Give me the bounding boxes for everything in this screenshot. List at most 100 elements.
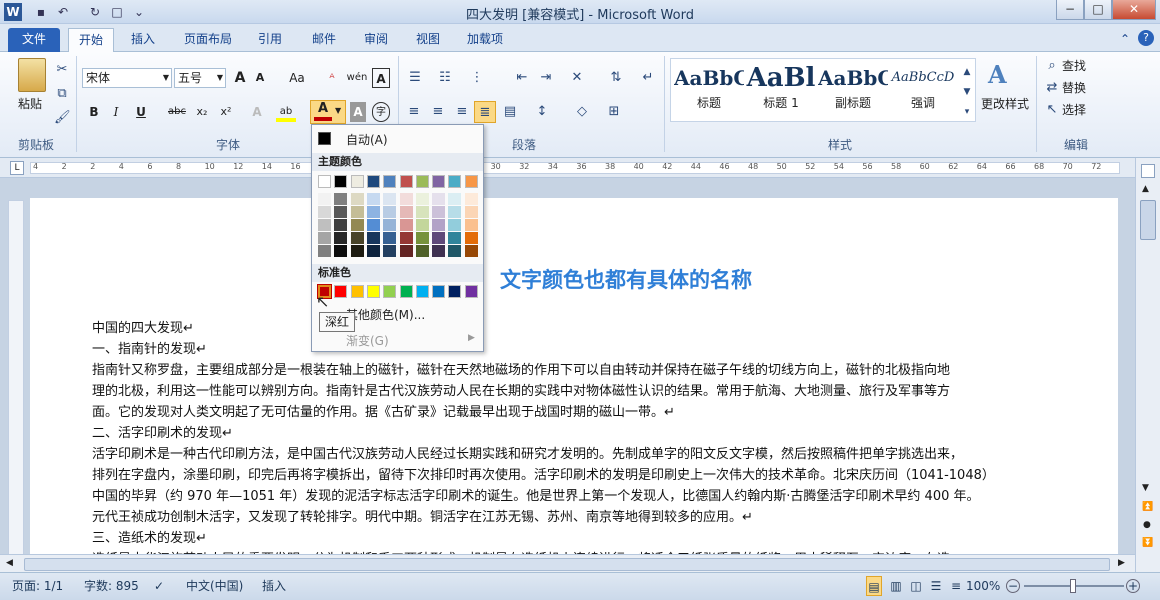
tab-addins[interactable]: 加载项 xyxy=(458,28,512,52)
character-border-button[interactable]: A xyxy=(372,68,390,88)
shrink-font-button[interactable]: A xyxy=(252,68,268,88)
shade-color-swatch[interactable] xyxy=(399,206,413,218)
shade-color-swatch[interactable] xyxy=(432,245,446,257)
web-layout-icon[interactable]: ◫ xyxy=(908,576,924,596)
document-line[interactable]: 理的北极，利用这一性能可以辨别方向。指南针是古代汉族劳动人民在长期的实践中对物体… xyxy=(92,381,1032,402)
ribbon-minimize-icon[interactable]: ⌃ xyxy=(1116,28,1134,52)
shade-color-swatch[interactable] xyxy=(366,193,380,205)
bold-button[interactable]: B xyxy=(86,102,102,122)
find-button[interactable]: 查找 xyxy=(1062,56,1102,76)
scroll-down-icon[interactable]: ▼ xyxy=(1142,483,1149,493)
help-icon[interactable]: ? xyxy=(1138,30,1154,46)
document-line[interactable]: 元代王祯成功创制木活字，又发现了转轮排字。明代中期。铜活字在江苏无锡、苏州、南京… xyxy=(92,507,1032,528)
increase-indent-icon[interactable]: ⇥ xyxy=(536,70,556,85)
distribute-icon[interactable]: ▤ xyxy=(500,104,520,119)
tab-home[interactable]: 开始 xyxy=(68,28,114,52)
shade-color-swatch[interactable] xyxy=(383,232,397,244)
shade-color-swatch[interactable] xyxy=(448,206,462,218)
minimize-button[interactable]: − xyxy=(1056,0,1084,20)
shade-color-swatch[interactable] xyxy=(350,245,364,257)
shade-color-swatch[interactable] xyxy=(464,193,478,205)
show-marks-icon[interactable]: ↵ xyxy=(640,70,656,85)
style-heading1[interactable]: AaBl 标题 1 xyxy=(746,62,816,111)
shade-color-swatch[interactable] xyxy=(318,245,331,257)
shade-color-swatch[interactable] xyxy=(399,232,413,244)
zoom-in-icon[interactable]: + xyxy=(1126,579,1140,593)
draft-icon[interactable]: ≡ xyxy=(948,576,964,596)
shade-color-swatch[interactable] xyxy=(432,232,446,244)
paste-button[interactable]: 粘贴 xyxy=(12,94,48,114)
document-line[interactable]: 三、造纸术的发现↵ xyxy=(92,528,1032,549)
shade-color-swatch[interactable] xyxy=(334,193,348,205)
shade-color-swatch[interactable] xyxy=(399,219,413,231)
view-ruler-icon[interactable] xyxy=(1141,164,1155,178)
style-emphasis[interactable]: AaBbCcD 强调 xyxy=(888,62,958,111)
shade-color-swatch[interactable] xyxy=(366,206,380,218)
change-styles-button[interactable]: 更改样式 xyxy=(978,94,1032,114)
font-color-button[interactable]: A ▼ xyxy=(310,100,346,124)
shade-color-swatch[interactable] xyxy=(366,219,380,231)
shade-color-swatch[interactable] xyxy=(383,193,397,205)
theme-color-swatch[interactable] xyxy=(318,175,331,188)
standard-color-swatch[interactable] xyxy=(399,285,413,298)
highlight-button[interactable]: ab xyxy=(276,102,296,122)
enclose-characters-button[interactable]: 字 xyxy=(372,102,390,122)
line-spacing-icon[interactable]: ↕ xyxy=(532,104,552,119)
copy-icon[interactable]: ⧉ xyxy=(54,86,70,101)
horizontal-scrollbar[interactable]: ◀ ▶ xyxy=(0,554,1135,574)
change-case-button[interactable]: Aa xyxy=(284,68,310,88)
shade-color-swatch[interactable] xyxy=(448,245,462,257)
shade-color-swatch[interactable] xyxy=(464,206,478,218)
shade-color-swatch[interactable] xyxy=(334,245,348,257)
tab-mailings[interactable]: 邮件 xyxy=(302,28,346,52)
shade-color-swatch[interactable] xyxy=(318,193,331,205)
scroll-right-icon[interactable]: ▶ xyxy=(1118,558,1125,568)
standard-color-swatch[interactable] xyxy=(432,285,446,298)
shade-color-swatch[interactable] xyxy=(383,206,397,218)
standard-color-swatch[interactable] xyxy=(350,285,364,298)
tab-view[interactable]: 视图 xyxy=(406,28,450,52)
vertical-scrollbar[interactable]: ▲ ▼ ⏫ ● ⏬ xyxy=(1135,158,1160,576)
shade-color-swatch[interactable] xyxy=(432,193,446,205)
word-count[interactable]: 字数: 895 xyxy=(84,576,139,596)
shade-color-swatch[interactable] xyxy=(432,206,446,218)
text-effects-button[interactable]: A xyxy=(248,102,266,122)
standard-color-swatch[interactable] xyxy=(383,285,397,298)
document-heading[interactable]: 文字颜色也都有具体的名称 xyxy=(500,264,752,294)
gallery-scroll-icon[interactable]: ▲ ▼ ▾ xyxy=(960,62,974,122)
tab-file[interactable]: 文件 xyxy=(8,28,60,52)
shade-color-swatch[interactable] xyxy=(415,206,429,218)
replace-button[interactable]: 替换 xyxy=(1062,78,1102,98)
maximize-button[interactable]: □ xyxy=(1084,0,1112,20)
gradient-item[interactable]: 渐变(G) xyxy=(346,332,389,349)
theme-color-swatch[interactable] xyxy=(448,175,462,188)
change-styles-icon[interactable]: A xyxy=(988,60,1018,89)
scroll-up-icon[interactable]: ▲ xyxy=(1142,184,1149,194)
select-button[interactable]: 选择 xyxy=(1062,100,1102,120)
paste-icon[interactable] xyxy=(18,58,46,92)
zoom-thumb[interactable] xyxy=(1070,579,1076,593)
justify-icon[interactable]: ≣ xyxy=(474,101,496,123)
shade-color-swatch[interactable] xyxy=(415,193,429,205)
shade-color-swatch[interactable] xyxy=(448,193,462,205)
scroll-thumb[interactable] xyxy=(24,558,1110,571)
full-screen-icon[interactable]: ▥ xyxy=(888,576,904,596)
standard-color-swatch[interactable] xyxy=(464,285,478,298)
standard-color-swatch[interactable] xyxy=(415,285,429,298)
align-left-icon[interactable]: ≡ xyxy=(404,104,424,119)
scroll-thumb[interactable] xyxy=(1140,200,1156,240)
borders-icon[interactable]: ⊞ xyxy=(604,104,624,119)
bullets-icon[interactable]: ☰ xyxy=(404,70,426,85)
theme-color-swatch[interactable] xyxy=(350,175,364,188)
document-line[interactable]: 中国的毕昇（约 970 年—1051 年）发现的泥活字标志活字印刷术的诞生。他是… xyxy=(92,486,1032,507)
align-center-icon[interactable]: ≡ xyxy=(428,104,448,119)
shade-color-swatch[interactable] xyxy=(448,232,462,244)
chinese-layout-icon[interactable]: ✕ xyxy=(566,70,588,85)
shade-color-swatch[interactable] xyxy=(334,232,348,244)
shade-color-swatch[interactable] xyxy=(350,232,364,244)
font-name-combo[interactable]: 宋体 ▼ xyxy=(82,68,172,88)
shading-icon[interactable]: ◇ xyxy=(572,104,592,119)
sort-icon[interactable]: ⇅ xyxy=(606,70,626,85)
shade-color-swatch[interactable] xyxy=(448,219,462,231)
standard-color-swatch[interactable] xyxy=(334,285,348,298)
